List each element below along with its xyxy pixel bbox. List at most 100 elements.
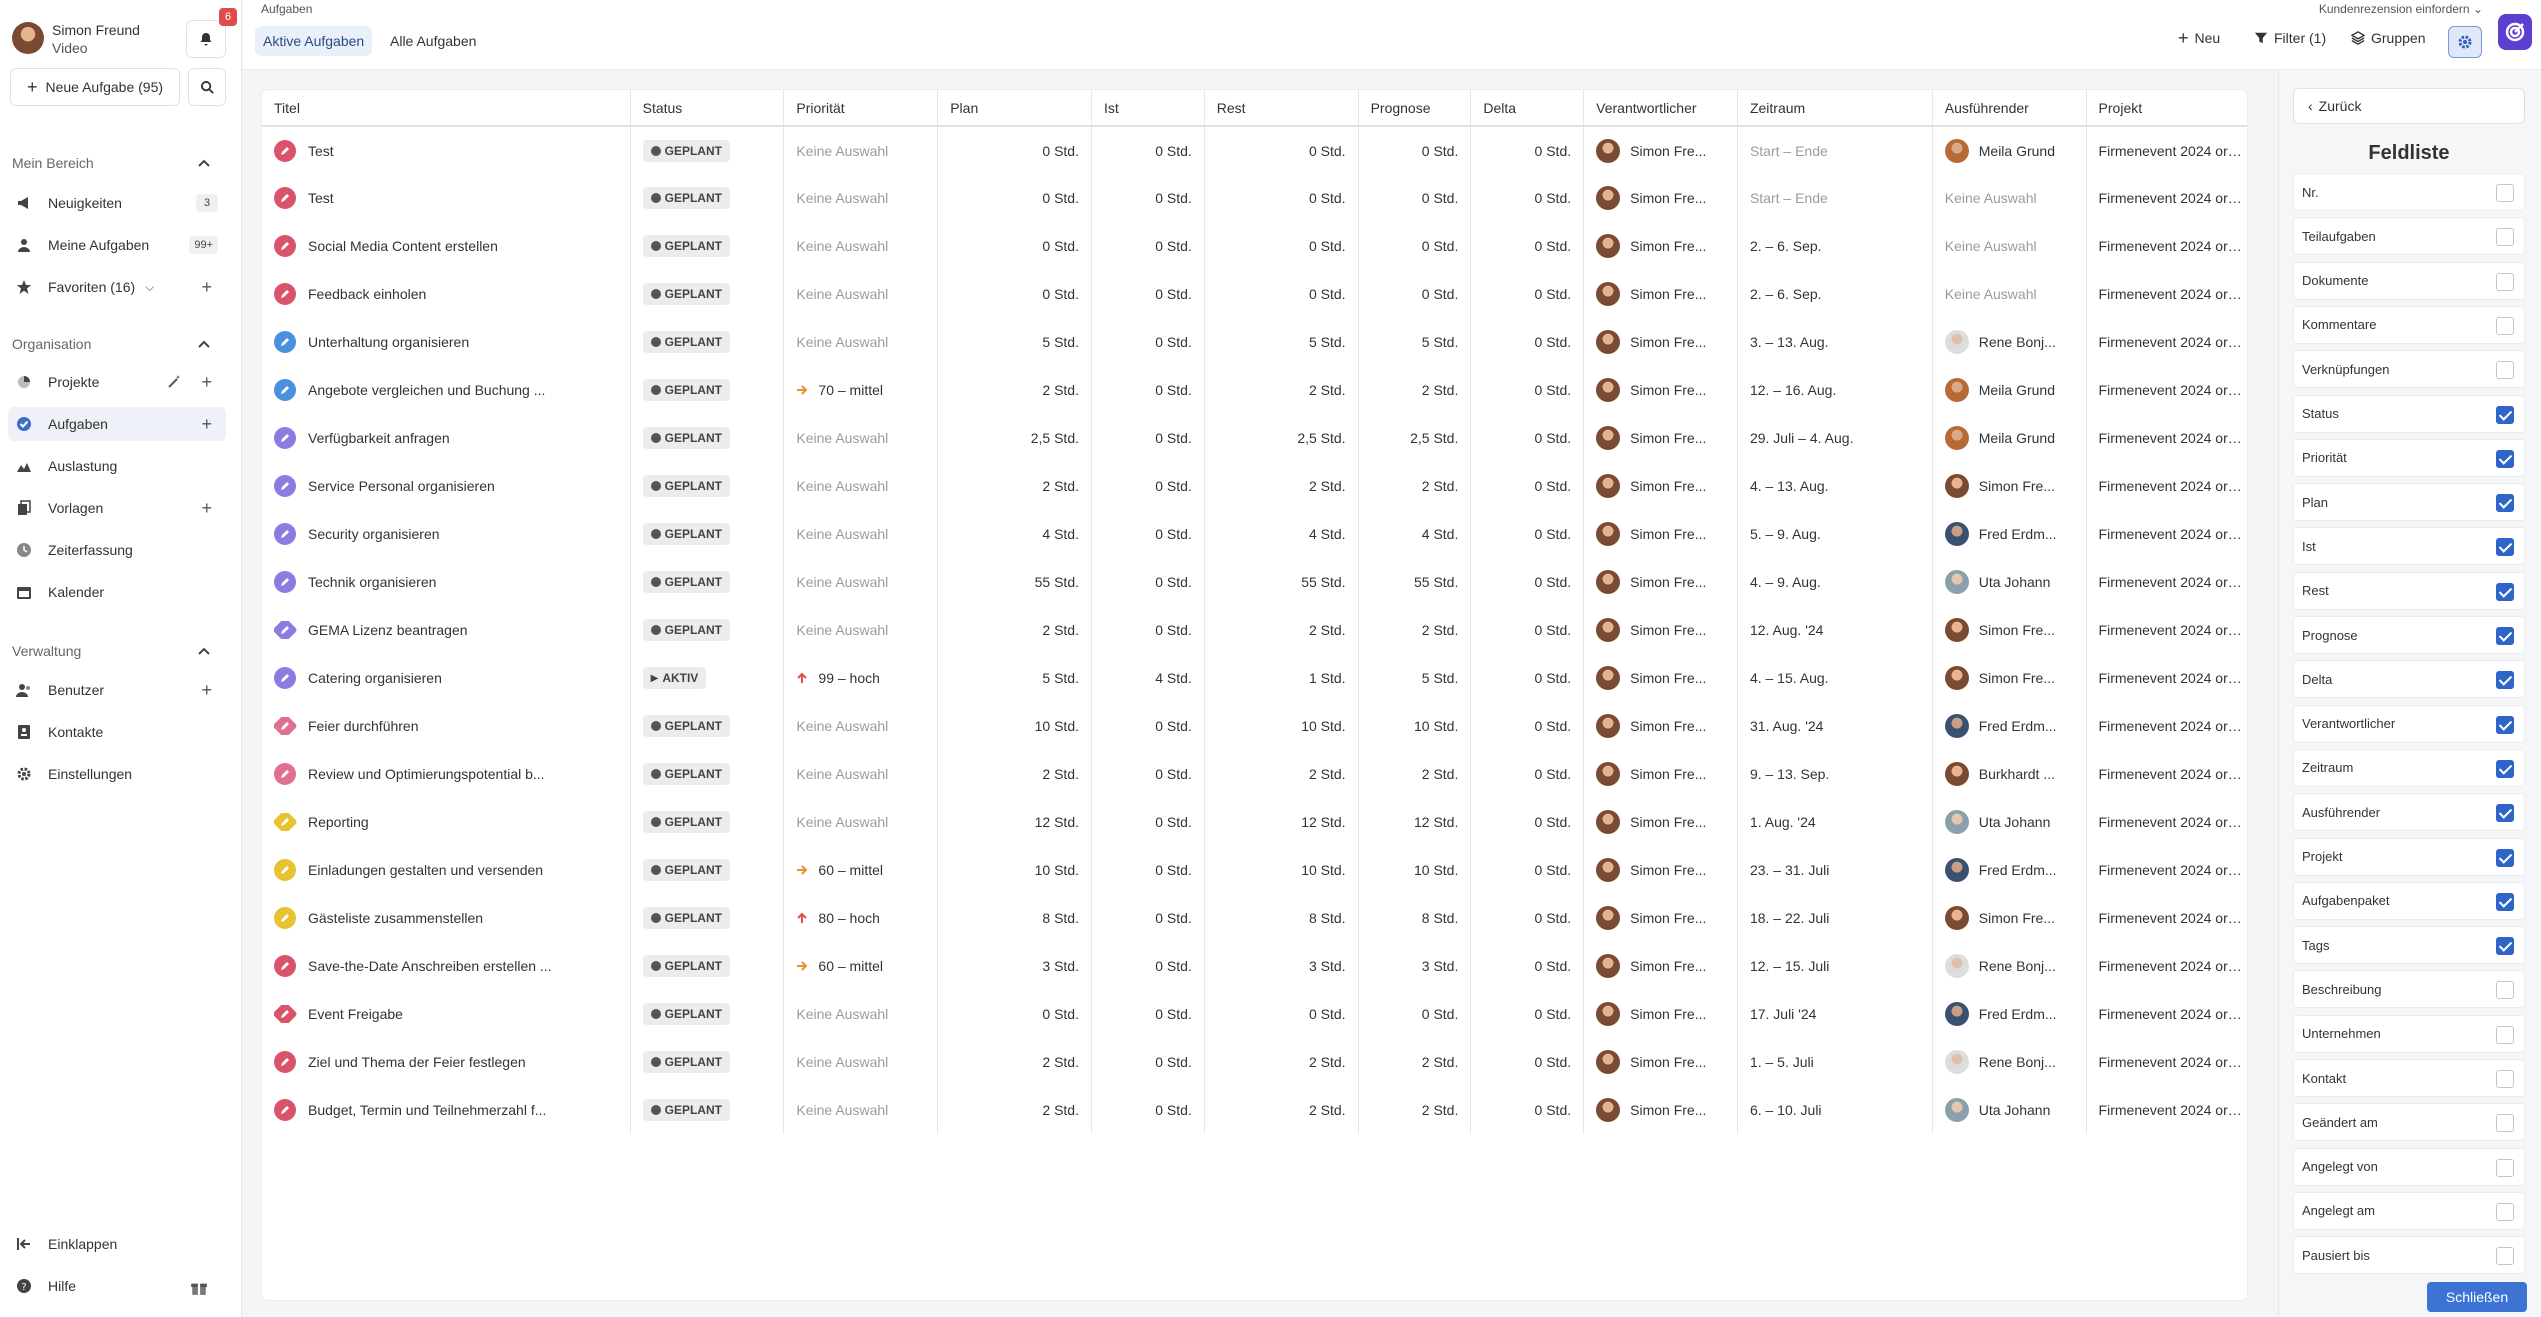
plan-cell[interactable]: 5 Std. [937,654,1092,702]
project-cell[interactable]: Firmenevent 2024 organisieren [2086,222,2247,270]
executor-cell[interactable]: Fred Erdm... [1932,846,2087,894]
sidebar-item-templates[interactable]: Vorlagen + [8,491,226,525]
plan-cell[interactable]: 2,5 Std. [937,414,1092,462]
priority-cell[interactable]: Keine Auswahl [783,750,939,798]
sidebar-item-tasks[interactable]: Aufgaben + [8,407,226,441]
forecast-cell[interactable]: 2 Std. [1358,366,1472,414]
table-row[interactable]: Reporting GEPLANT Keine Auswahl 12 Std. 0 St… [262,798,2247,846]
project-cell[interactable]: Firmenevent 2024 organisieren [2086,1038,2247,1086]
priority-cell[interactable]: Keine Auswahl [783,1038,939,1086]
period-cell[interactable]: 1. – 5. Juli [1737,1038,1933,1086]
priority-cell[interactable]: 60 – mittel [783,942,939,990]
plan-cell[interactable]: 8 Std. [937,894,1092,942]
sidebar-item-favorites[interactable]: Favoriten (16) ⌵ + [8,270,226,304]
title-cell[interactable]: Review und Optimierungspotential b... [262,750,631,798]
project-cell[interactable]: Firmenevent 2024 organisieren [2086,318,2247,366]
title-cell[interactable]: Technik organisieren [262,558,631,606]
delta-cell[interactable]: 0 Std. [1470,270,1585,318]
field-checkbox[interactable] [2496,671,2514,690]
owner-cell[interactable]: Simon Fre... [1583,1086,1738,1134]
field-row[interactable]: Ausführender [2293,793,2525,832]
field-row[interactable]: Verantwortlicher [2293,704,2525,743]
delta-cell[interactable]: 0 Std. [1470,942,1585,990]
actual-cell[interactable]: 0 Std. [1091,606,1205,654]
field-checkbox[interactable] [2496,1158,2514,1177]
field-checkbox[interactable] [2496,937,2514,956]
period-cell[interactable]: 4. – 15. Aug. [1737,654,1933,702]
field-checkbox[interactable] [2496,494,2514,513]
period-cell[interactable]: 2. – 6. Sep. [1737,270,1933,318]
status-cell[interactable]: GEPLANT [630,942,785,990]
status-cell[interactable]: GEPLANT [630,462,785,510]
executor-cell[interactable]: Simon Fre... [1932,462,2087,510]
title-cell[interactable]: Verfügbarkeit anfragen [262,414,631,462]
field-checkbox[interactable] [2496,892,2514,911]
forecast-cell[interactable]: 2 Std. [1358,462,1472,510]
field-row[interactable]: Geändert am [2293,1103,2525,1142]
magic-wand-icon[interactable] [166,374,182,390]
chevron-up-icon[interactable] [196,337,212,353]
field-checkbox[interactable] [2496,1202,2514,1221]
column-header[interactable]: Ausführender [1932,90,2087,127]
field-row[interactable]: Projekt [2293,837,2525,876]
title-cell[interactable]: Feier durchführen [262,702,631,750]
delta-cell[interactable]: 0 Std. [1470,126,1585,174]
add-user-button[interactable]: + [201,681,212,699]
executor-cell[interactable]: Simon Fre... [1932,654,2087,702]
title-cell[interactable]: Test [262,126,631,174]
plan-cell[interactable]: 0 Std. [937,174,1092,222]
add-template-button[interactable]: + [201,499,212,517]
project-cell[interactable]: Firmenevent 2024 organisieren [2086,510,2247,558]
project-cell[interactable]: Firmenevent 2024 organisieren [2086,270,2247,318]
field-row[interactable]: Verknüpfungen [2293,350,2525,389]
plan-cell[interactable]: 2 Std. [937,462,1092,510]
tab-all-tasks[interactable]: Alle Aufgaben [382,26,484,56]
period-cell[interactable]: 29. Juli – 4. Aug. [1737,414,1933,462]
remaining-cell[interactable]: 5 Std. [1204,318,1359,366]
sidebar-item-settings[interactable]: Einstellungen [8,757,226,791]
close-button[interactable]: Schließen [2427,1282,2527,1312]
column-header[interactable]: Zeitraum [1737,90,1933,127]
field-row[interactable]: Pausiert bis [2293,1236,2525,1275]
field-row[interactable]: Prognose [2293,616,2525,654]
plan-cell[interactable]: 55 Std. [937,558,1092,606]
sidebar-item-load[interactable]: Auslastung [8,449,226,483]
field-checkbox[interactable] [2496,316,2514,335]
title-cell[interactable]: Angebote vergleichen und Buchung ... [262,366,631,414]
status-cell[interactable]: GEPLANT [630,414,785,462]
actual-cell[interactable]: 0 Std. [1091,222,1205,270]
title-cell[interactable]: Budget, Termin und Teilnehmerzahl f... [262,1086,631,1134]
forecast-cell[interactable]: 5 Std. [1358,654,1472,702]
forecast-cell[interactable]: 0 Std. [1358,174,1472,222]
status-cell[interactable]: GEPLANT [630,702,785,750]
table-row[interactable]: Einladungen gestalten und versenden GEPLA… [262,846,2247,894]
review-link[interactable]: Kundenrezension einfordern ⌄ [2319,2,2483,16]
remaining-cell[interactable]: 0 Std. [1204,990,1359,1038]
actual-cell[interactable]: 0 Std. [1091,702,1205,750]
owner-cell[interactable]: Simon Fre... [1583,606,1738,654]
period-cell[interactable]: 3. – 13. Aug. [1737,318,1933,366]
breadcrumb[interactable]: Aufgaben [261,2,312,16]
actual-cell[interactable]: 0 Std. [1091,366,1205,414]
plan-cell[interactable]: 0 Std. [937,126,1092,174]
owner-cell[interactable]: Simon Fre... [1583,942,1738,990]
title-cell[interactable]: Reporting [262,798,631,846]
plan-cell[interactable]: 3 Std. [937,942,1092,990]
forecast-cell[interactable]: 0 Std. [1358,222,1472,270]
priority-cell[interactable]: 60 – mittel [783,846,939,894]
forecast-cell[interactable]: 2,5 Std. [1358,414,1472,462]
sidebar-item-time[interactable]: Zeiterfassung [8,533,226,567]
delta-cell[interactable]: 0 Std. [1470,1086,1585,1134]
field-checkbox[interactable] [2496,848,2514,867]
tab-active-tasks[interactable]: Aktive Aufgaben [255,26,373,56]
period-cell[interactable]: 1. Aug. '24 [1737,798,1933,846]
table-row[interactable]: Verfügbarkeit anfragen GEPLANT Keine Auswa… [262,414,2247,462]
table-row[interactable]: Security organisieren GEPLANT Keine Auswah… [262,510,2247,558]
column-header[interactable]: Titel [262,90,631,127]
table-row[interactable]: Save-the-Date Anschreiben erstellen ... G… [262,942,2247,990]
table-row[interactable]: Feier durchführen GEPLANT Keine Auswahl 10 … [262,702,2247,750]
executor-cell[interactable]: Simon Fre... [1932,606,2087,654]
filter-button[interactable]: Filter (1) [2254,30,2326,46]
actual-cell[interactable]: 0 Std. [1091,558,1205,606]
actual-cell[interactable]: 0 Std. [1091,894,1205,942]
